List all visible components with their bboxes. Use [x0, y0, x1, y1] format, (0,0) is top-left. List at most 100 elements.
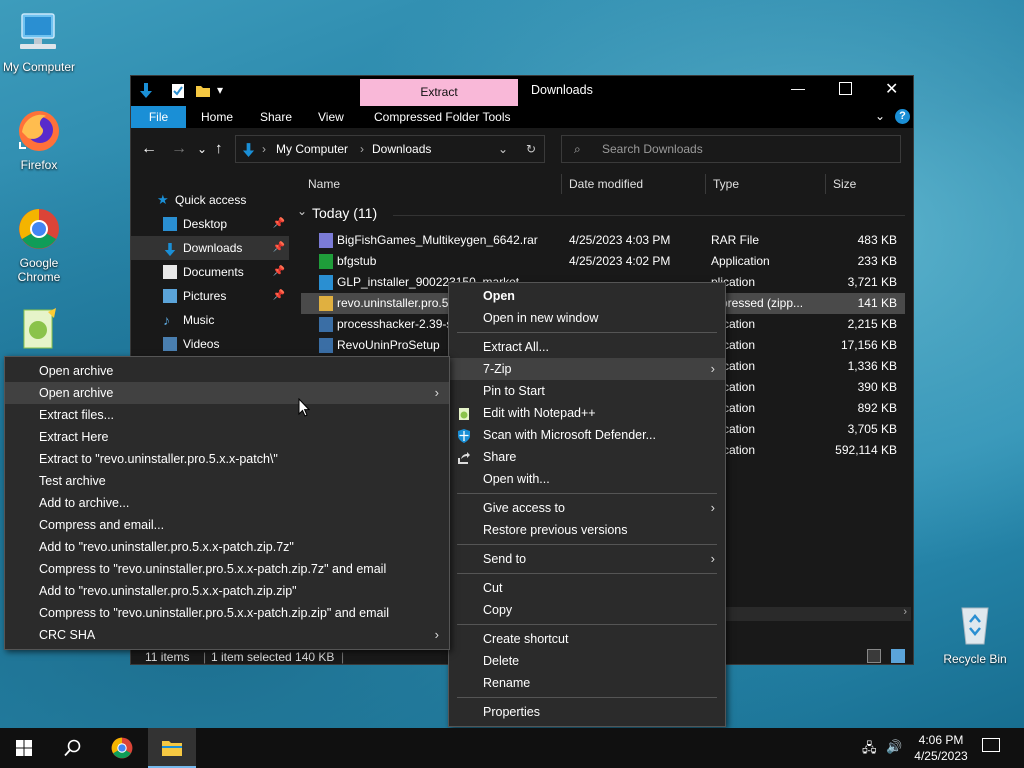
file-size: 17,156 KB: [840, 338, 897, 352]
context-menu-item[interactable]: Pin to Start: [449, 380, 725, 402]
breadcrumb-downloads[interactable]: Downloads: [372, 136, 431, 162]
recent-locations-button[interactable]: ⌄: [197, 142, 207, 156]
collapse-ribbon-icon[interactable]: ⌄: [875, 109, 885, 123]
search-button[interactable]: [48, 728, 96, 768]
desktop-icon-notepadpp[interactable]: [0, 306, 78, 356]
tab-view[interactable]: View: [318, 106, 344, 128]
search-box[interactable]: ⌕ Search Downloads: [561, 135, 901, 163]
new-folder-icon[interactable]: [195, 83, 211, 99]
file-row[interactable]: BigFishGames_Multikeygen_6642.rar 4/25/20…: [301, 230, 905, 251]
desktop-icon-my-computer[interactable]: My Computer: [0, 10, 78, 74]
context-menu-item[interactable]: Share: [449, 446, 725, 468]
status-divider: |: [341, 650, 345, 664]
pin-icon: 📌: [272, 290, 285, 301]
tab-home[interactable]: Home: [201, 106, 233, 128]
nav-documents[interactable]: Documents 📌: [131, 260, 289, 284]
zip-menu-item-label: Open archive: [39, 364, 114, 378]
nav-desktop[interactable]: Desktop 📌: [131, 212, 289, 236]
item-count: 11 items: [145, 650, 190, 664]
context-menu-item[interactable]: Delete: [449, 650, 725, 672]
download-arrow-icon: [163, 241, 177, 257]
refresh-icon[interactable]: ↻: [526, 136, 536, 162]
contextual-tab-extract[interactable]: Extract: [360, 79, 518, 106]
application-icon: [319, 275, 333, 290]
desktop-icon-firefox[interactable]: Firefox: [0, 108, 78, 172]
nav-music[interactable]: ♪ Music: [131, 308, 289, 332]
context-menu-item[interactable]: Properties: [449, 701, 725, 723]
tab-share[interactable]: Share: [260, 106, 292, 128]
context-menu-item[interactable]: Create shortcut: [449, 628, 725, 650]
context-menu-item[interactable]: Rename: [449, 672, 725, 694]
context-menu-item[interactable]: Open with...: [449, 468, 725, 490]
tab-file[interactable]: File: [131, 106, 186, 128]
column-header-size[interactable]: Size: [833, 172, 856, 196]
close-button[interactable]: ✕: [885, 79, 898, 99]
column-header-date-modified[interactable]: Date modified: [569, 172, 643, 196]
help-icon[interactable]: ?: [895, 109, 910, 124]
notification-icon[interactable]: [982, 738, 1000, 752]
context-menu-item[interactable]: Give access to ›: [449, 497, 725, 519]
up-button[interactable]: ↑: [215, 140, 223, 157]
properties-icon[interactable]: [171, 83, 185, 99]
volume-icon[interactable]: 🔊: [886, 739, 902, 755]
details-view-icon[interactable]: [867, 649, 881, 663]
context-menu-item[interactable]: Copy: [449, 599, 725, 621]
zip-menu-item[interactable]: Extract to "revo.uninstaller.pro.5.x.x-p…: [5, 448, 449, 470]
context-menu-item[interactable]: Scan with Microsoft Defender...: [449, 424, 725, 446]
quick-access-dropdown-icon[interactable]: ▾: [217, 83, 223, 97]
zip-menu-item[interactable]: Add to "revo.uninstaller.pro.5.x.x-patch…: [5, 536, 449, 558]
back-button[interactable]: ←: [141, 140, 157, 158]
nav-videos[interactable]: Videos: [131, 332, 289, 356]
tab-compressed-folder-tools[interactable]: Compressed Folder Tools: [374, 106, 511, 128]
notepadpp-icon: [16, 306, 62, 352]
zip-menu-item-label: Add to "revo.uninstaller.pro.5.x.x-patch…: [39, 540, 294, 554]
taskbar-chrome[interactable]: [98, 728, 146, 768]
column-header-name[interactable]: Name: [308, 172, 340, 196]
breadcrumb-my-computer[interactable]: My Computer: [276, 136, 348, 162]
zip-menu-item[interactable]: Extract files...: [5, 404, 449, 426]
context-menu-item[interactable]: Edit with Notepad++: [449, 402, 725, 424]
start-button[interactable]: [0, 728, 48, 768]
desktop-icon-label: Recycle Bin: [943, 652, 1007, 666]
zip-menu-item[interactable]: Test archive: [5, 470, 449, 492]
group-header-today[interactable]: Today (11): [312, 205, 377, 221]
nav-downloads[interactable]: Downloads 📌: [131, 236, 289, 260]
zip-menu-item[interactable]: Open archive ›: [5, 382, 449, 404]
zip-menu-item[interactable]: CRC SHA ›: [5, 624, 449, 646]
context-menu-item[interactable]: 7-Zip ›: [449, 358, 725, 380]
clock[interactable]: 4:06 PM 4/25/2023: [910, 732, 972, 764]
taskbar-file-explorer[interactable]: [148, 728, 196, 768]
nav-quick-access[interactable]: ★ Quick access: [131, 188, 289, 212]
forward-button[interactable]: →: [171, 140, 187, 158]
zip-menu-item[interactable]: Open archive: [5, 360, 449, 382]
address-bar[interactable]: › My Computer › Downloads ⌄ ↻: [235, 135, 545, 163]
zip-menu-item[interactable]: Add to archive...: [5, 492, 449, 514]
zip-menu-item[interactable]: Compress to "revo.uninstaller.pro.5.x.x-…: [5, 602, 449, 624]
chevron-down-icon[interactable]: ⌄: [498, 136, 508, 162]
zip-menu-item[interactable]: Extract Here: [5, 426, 449, 448]
nav-pictures[interactable]: Pictures 📌: [131, 284, 289, 308]
file-row[interactable]: bfgstub 4/25/2023 4:02 PM Application 233 K…: [301, 251, 905, 272]
column-header-type[interactable]: Type: [713, 172, 739, 196]
context-menu-item[interactable]: Send to ›: [449, 548, 725, 570]
context-menu-item[interactable]: Open: [449, 285, 725, 307]
context-menu-item[interactable]: Restore previous versions: [449, 519, 725, 541]
search-input[interactable]: Search Downloads: [602, 136, 703, 162]
context-menu-item[interactable]: Open in new window: [449, 307, 725, 329]
chevron-down-icon[interactable]: ⌄: [297, 204, 307, 218]
minimize-button[interactable]: —: [791, 80, 805, 96]
zip-menu-item[interactable]: Add to "revo.uninstaller.pro.5.x.x-patch…: [5, 580, 449, 602]
desktop-icon-label: Firefox: [20, 158, 58, 172]
network-icon[interactable]: 🖧: [862, 739, 877, 761]
scroll-right-icon[interactable]: ›: [903, 606, 907, 618]
zip-menu-item-label: Open archive: [39, 386, 114, 400]
context-menu-item[interactable]: Cut: [449, 577, 725, 599]
large-icons-view-icon[interactable]: [891, 649, 905, 663]
desktop-icon-recycle-bin[interactable]: Recycle Bin: [936, 602, 1014, 666]
maximize-button[interactable]: [839, 82, 852, 95]
zip-menu-item[interactable]: Compress and email...: [5, 514, 449, 536]
desktop-icon-chrome[interactable]: Google Chrome: [0, 206, 78, 284]
context-menu-item[interactable]: Extract All...: [449, 336, 725, 358]
chevron-right-icon: ›: [434, 385, 439, 400]
zip-menu-item[interactable]: Compress to "revo.uninstaller.pro.5.x.x-…: [5, 558, 449, 580]
